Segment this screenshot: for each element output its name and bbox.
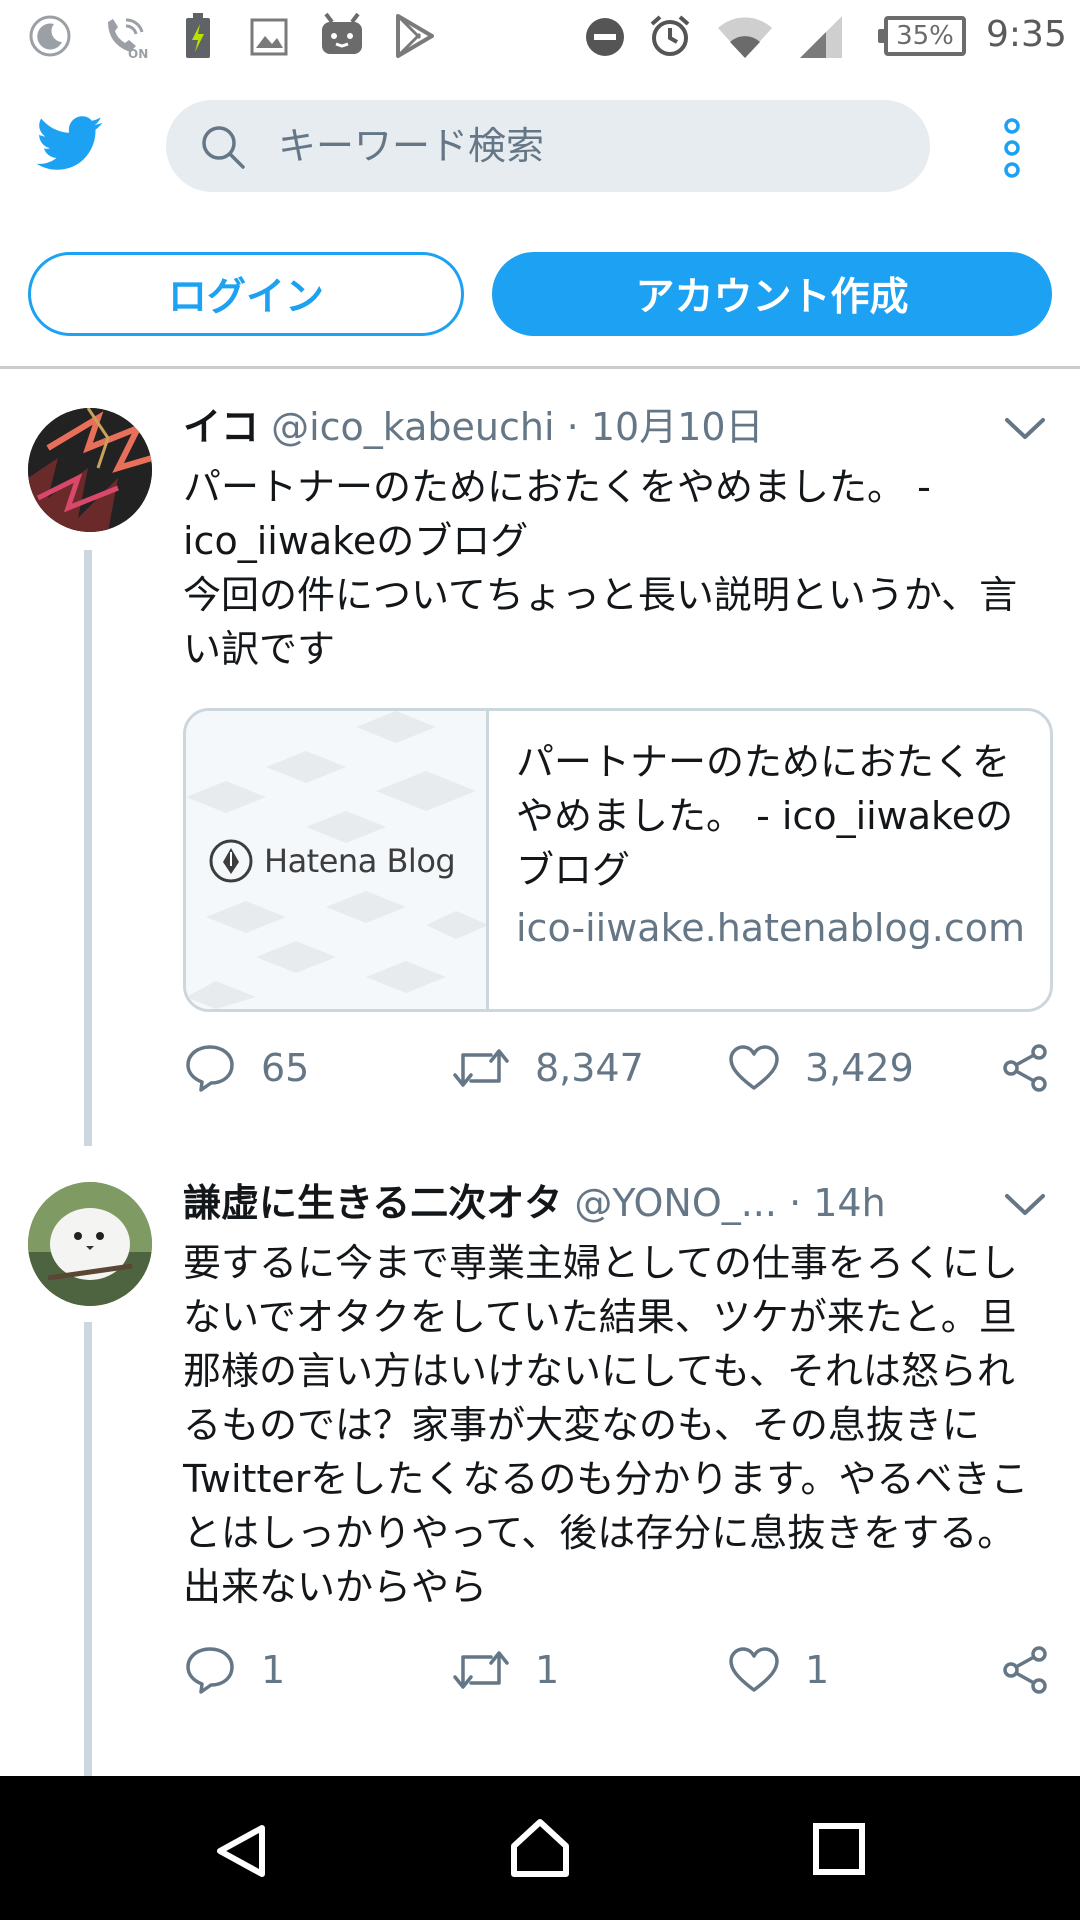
thread-line (84, 550, 92, 1146)
retweet-count: 8,347 (535, 1046, 644, 1090)
handle[interactable]: @ico_kabeuchi (271, 405, 554, 449)
login-button[interactable]: ログイン (28, 252, 464, 336)
home-icon[interactable] (508, 1816, 572, 1880)
hatena-blog-logo: Hatena Blog (208, 835, 456, 887)
tweet-actions: 65 8,347 3,429 (183, 1038, 1063, 1098)
avatar[interactable] (28, 408, 152, 532)
display-name[interactable]: 謙虚に生きる二次オタ (183, 1181, 562, 1225)
battery-indicator: 35% (878, 16, 966, 56)
timestamp[interactable]: 10月10日 (591, 405, 764, 449)
system-nav-bar (0, 1776, 1080, 1920)
play-store-icon (396, 14, 434, 58)
retweet-count: 1 (535, 1648, 560, 1692)
recents-icon[interactable] (812, 1822, 866, 1876)
avatar-image (28, 1182, 152, 1306)
avatar-image (28, 408, 152, 532)
share-icon (1003, 1646, 1047, 1694)
avatar[interactable] (28, 1182, 152, 1306)
thread-line (84, 1322, 92, 1776)
separator-dot: · (789, 1181, 802, 1225)
wifi-icon (718, 17, 772, 58)
search-input[interactable] (278, 116, 898, 176)
link-card[interactable]: Hatena Blog パートナーのためにおたくをやめました。 - ico_ii… (183, 708, 1053, 1012)
reply-button[interactable]: 65 (183, 1038, 309, 1098)
twitter-bird-icon[interactable] (36, 116, 104, 172)
reply-icon (186, 1045, 234, 1092)
image-icon (250, 18, 288, 56)
tweet-header: イコ @ico_kabeuchi · 10月10日 (183, 402, 764, 452)
tweet-header: 謙虚に生きる二次オタ @YONO_... · 14h (183, 1178, 886, 1228)
battery-saver-icon (186, 13, 210, 58)
retweet-icon (453, 1049, 509, 1087)
reply-count: 65 (261, 1046, 310, 1090)
heart-icon (729, 1045, 779, 1090)
card-url: ico-iiwake.hatenablog.com (516, 906, 1026, 950)
like-count: 1 (805, 1648, 830, 1692)
like-count: 3,429 (805, 1046, 914, 1090)
tweet-text: 要するに今まで専業主婦としての仕事をろくにしないでオタクをしていた結果、ツケが来… (183, 1236, 1043, 1614)
back-icon[interactable] (212, 1822, 270, 1880)
retweet-icon (453, 1651, 509, 1689)
retweet-button[interactable]: 8,347 (451, 1038, 644, 1098)
tweet[interactable]: イコ @ico_kabeuchi · 10月10日 パートナーのためにおたくをや… (0, 370, 1080, 1146)
more-vertical-icon[interactable] (998, 118, 1026, 178)
do-not-disturb-icon (586, 18, 624, 56)
signup-button[interactable]: アカウント作成 (492, 252, 1052, 336)
reply-count: 1 (261, 1648, 286, 1692)
share-icon (1003, 1044, 1047, 1092)
clock: 9:35 (986, 14, 1067, 55)
card-logo-text: Hatena Blog (264, 842, 456, 880)
card-title: パートナーのためにおたくをやめました。 - ico_iiwakeのブログ (516, 740, 1014, 892)
moon-icon (29, 15, 71, 57)
chevron-down-icon[interactable] (1004, 416, 1046, 442)
wifi-calling-icon: ON (108, 18, 148, 60)
retweet-button[interactable]: 1 (451, 1640, 559, 1700)
separator-dot: · (566, 405, 579, 449)
share-button[interactable] (999, 1640, 1051, 1700)
app-header: ログイン アカウント作成 (0, 74, 1080, 374)
tweet-text-body: 要するに今まで専業主婦としての仕事をろくにしないでオタクをしていた結果、ツケが来… (183, 1241, 1029, 1609)
search-bar[interactable] (166, 100, 930, 192)
share-button[interactable] (999, 1038, 1051, 1098)
cell-signal-icon (800, 16, 842, 58)
reply-icon (186, 1647, 234, 1694)
niconico-icon (322, 12, 362, 54)
reply-button[interactable]: 1 (183, 1640, 285, 1700)
status-bar: ON 35% 9:35 (0, 0, 1080, 74)
svg-text:ON: ON (128, 47, 148, 60)
alarm-icon (650, 15, 690, 56)
tweet-actions: 1 1 1 (183, 1640, 1063, 1700)
like-button[interactable]: 1 (727, 1640, 829, 1700)
timestamp[interactable]: 14h (813, 1181, 885, 1225)
tweet-text: パートナーのためにおたくをやめました。 - ico_iiwakeのブログ 今回の… (183, 460, 1043, 676)
tweet-text-line: パートナーのためにおたくをやめました。 - (183, 465, 931, 509)
display-name[interactable]: イコ (183, 405, 259, 449)
tweet-text-line: 今回の件についてちょっと長い説明というか、言い訳です (183, 573, 1018, 671)
like-button[interactable]: 3,429 (727, 1038, 914, 1098)
header-divider (0, 366, 1080, 369)
search-icon (202, 126, 245, 169)
pen-nib-icon (209, 839, 253, 883)
card-thumbnail: Hatena Blog (186, 711, 489, 1009)
tweet-text-line: ico_iiwakeのブログ (183, 519, 529, 563)
chevron-down-icon[interactable] (1004, 1192, 1046, 1218)
heart-icon (729, 1647, 779, 1692)
tweet[interactable]: 謙虚に生きる二次オタ @YONO_... · 14h 要するに今まで専業主婦とし… (0, 1146, 1080, 1776)
handle[interactable]: @YONO_... (574, 1181, 777, 1225)
